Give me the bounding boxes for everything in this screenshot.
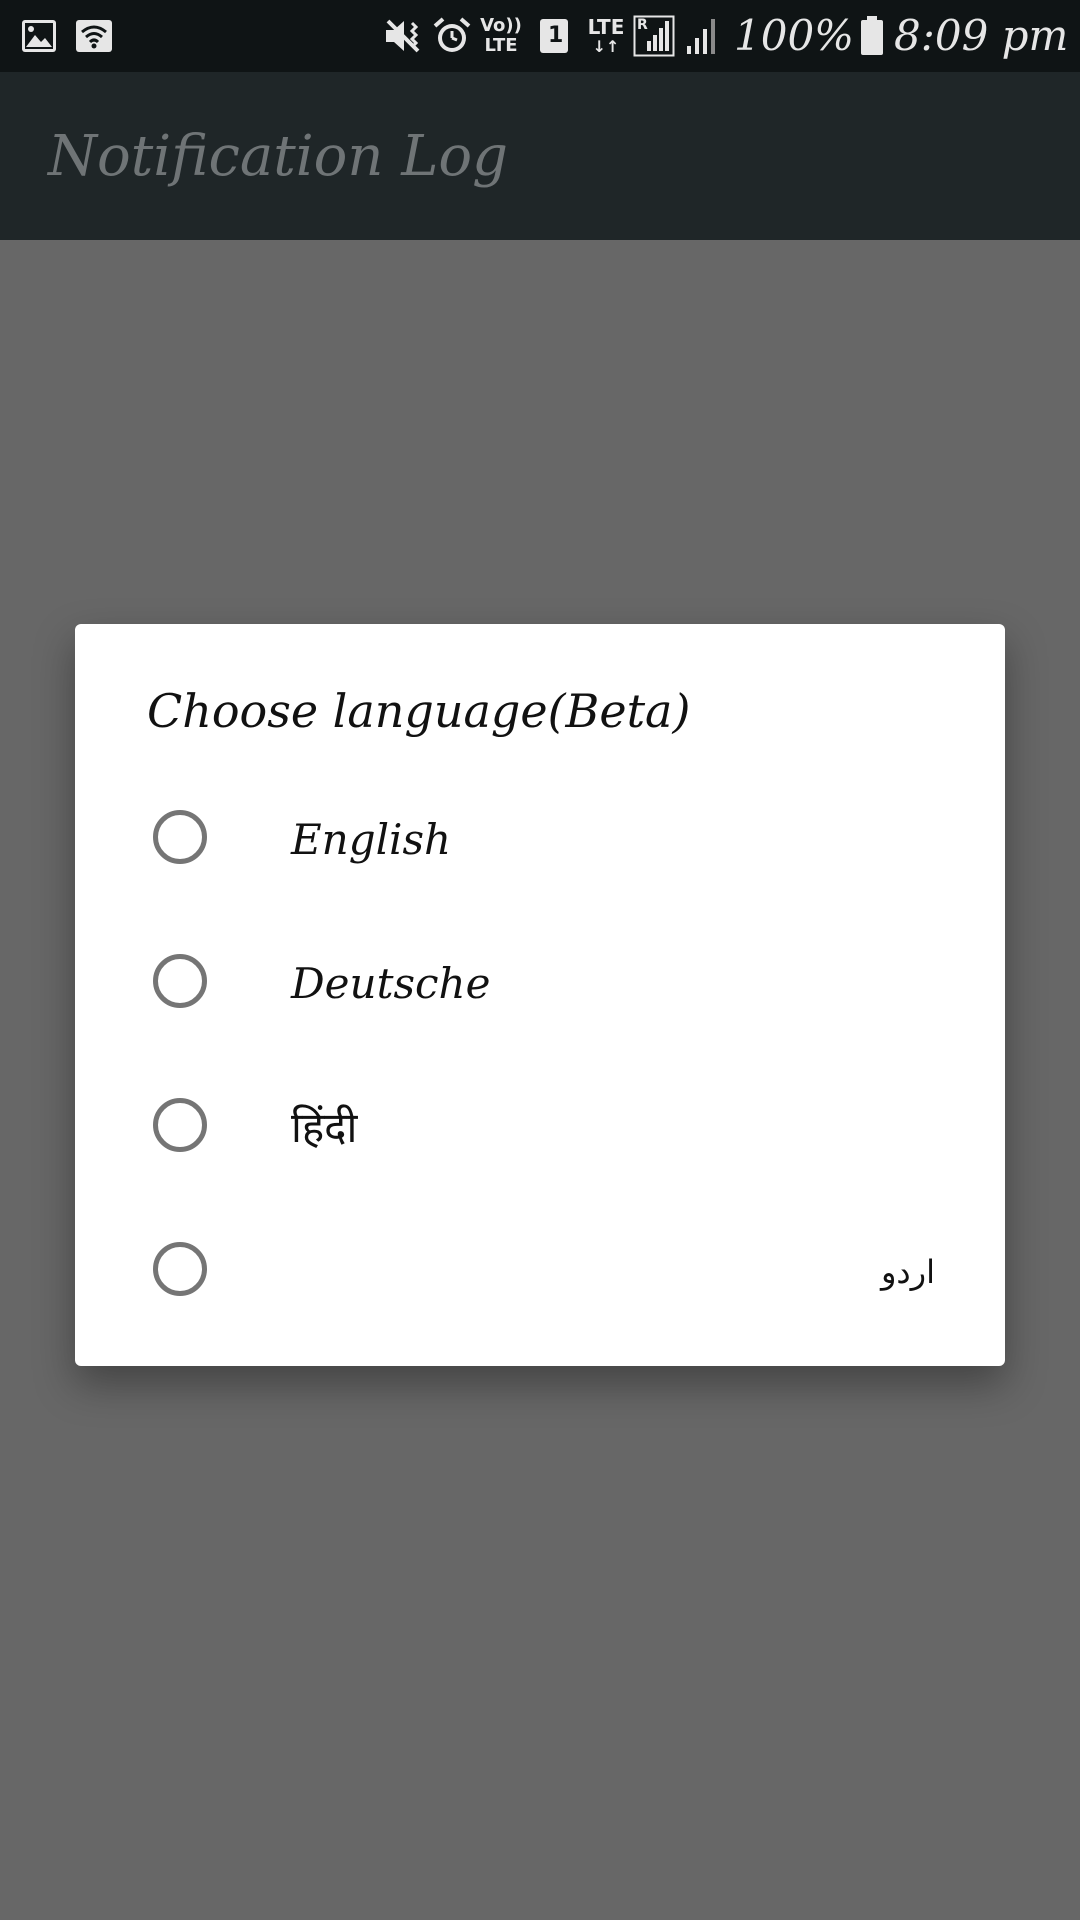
option-label: हिंदी <box>291 1103 358 1152</box>
signal-roaming-icon: R <box>632 15 676 57</box>
lte-data-icon: LTE ↓↑ <box>587 15 625 56</box>
image-icon <box>20 16 58 56</box>
dialog-title: Choose language(Beta) <box>147 684 691 738</box>
radio-button[interactable] <box>153 1242 207 1296</box>
vibrate-mute-icon <box>382 16 424 56</box>
sim-1-icon: 1 <box>537 16 571 56</box>
option-label: English <box>291 815 452 864</box>
battery-percent: 100% <box>734 11 855 60</box>
battery-icon <box>858 16 886 56</box>
app-title: Notification Log <box>48 124 508 189</box>
wifi-hotspot-icon <box>74 16 114 56</box>
language-dialog: Choose language(Beta) English Deutsche ह… <box>75 624 1005 1366</box>
language-option-deutsche[interactable]: Deutsche <box>75 912 1005 1056</box>
option-label: Deutsche <box>291 959 491 1008</box>
clock: 8:09 pm <box>894 11 1069 60</box>
signal-icon <box>682 16 722 56</box>
volte-icon: Vo)) LTE <box>480 15 522 56</box>
radio-button[interactable] <box>153 810 207 864</box>
alarm-icon <box>432 16 472 56</box>
radio-button[interactable] <box>153 1098 207 1152</box>
option-label: اردو <box>880 1253 935 1291</box>
app-bar: Notification Log <box>0 72 1080 240</box>
language-option-hindi[interactable]: हिंदी <box>75 1056 1005 1200</box>
language-option-english[interactable]: English <box>75 768 1005 912</box>
status-bar: Vo)) LTE 1 LTE ↓↑ R 100% 8:09 pm <box>0 0 1080 72</box>
radio-button[interactable] <box>153 954 207 1008</box>
language-option-urdu[interactable]: اردو <box>75 1200 1005 1344</box>
